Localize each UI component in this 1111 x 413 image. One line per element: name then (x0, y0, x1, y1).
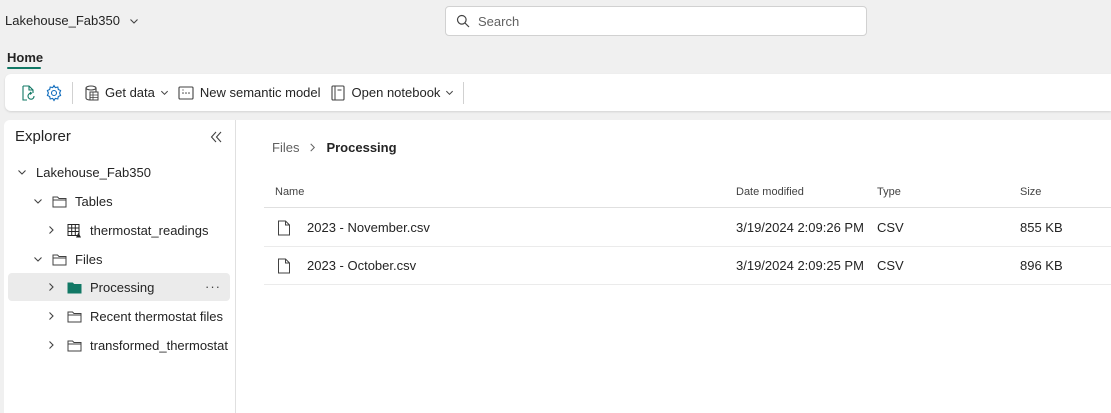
tree-item-files[interactable]: Files (8, 245, 230, 273)
tree-item-tables[interactable]: Tables (8, 187, 230, 215)
tree-item-label: thermostat_readings (90, 222, 209, 238)
tree-item-label: Lakehouse_Fab350 (36, 164, 151, 180)
tree-item-recent-thermostat-files[interactable]: Recent thermostat files (8, 302, 230, 330)
search-box[interactable] (445, 6, 867, 36)
chevron-right-icon (49, 283, 54, 291)
tree-item-transformed-thermostat[interactable]: transformed_thermostat (8, 331, 230, 359)
file-row[interactable]: 2023 - October.csv 3/19/2024 2:09:25 PM … (264, 247, 1111, 285)
file-name[interactable]: 2023 - October.csv (307, 258, 416, 273)
file-date: 3/19/2024 2:09:25 PM (736, 258, 864, 273)
file-type: CSV (877, 220, 904, 235)
workspace-switcher[interactable]: Lakehouse_Fab350 (5, 13, 139, 28)
toolbar-divider (72, 81, 73, 104)
file-date: 3/19/2024 2:09:26 PM (736, 220, 864, 235)
new-semantic-model-label: New semantic model (199, 85, 321, 100)
top-bar: Lakehouse_Fab350 (0, 0, 1111, 42)
file-refresh-icon (22, 84, 35, 101)
explorer-title: Explorer (15, 128, 71, 145)
active-tab-indicator (7, 67, 41, 69)
file-size: 896 KB (1020, 258, 1063, 273)
semantic-model-icon (178, 85, 194, 100)
file-icon (278, 258, 290, 274)
chevron-right-icon (49, 226, 54, 234)
ribbon-tabs: Home (0, 42, 1111, 74)
column-header-date[interactable]: Date modified (736, 186, 804, 198)
explorer-panel: Explorer Lakehouse_Fab350 Tables thermos… (4, 120, 236, 413)
database-icon (85, 84, 99, 101)
settings-button[interactable] (41, 79, 67, 107)
file-type: CSV (877, 258, 904, 273)
notebook-icon (330, 84, 345, 101)
chevron-down-icon (34, 199, 42, 204)
toolbar-divider (463, 81, 465, 104)
get-data-label: Get data (105, 85, 155, 100)
chevron-down-icon (34, 257, 42, 262)
chevron-down-icon (160, 90, 168, 96)
file-size: 855 KB (1020, 220, 1063, 235)
table-icon (67, 223, 81, 237)
tree-item-label: Files (75, 251, 103, 267)
file-row[interactable]: 2023 - November.csv 3/19/2024 2:09:26 PM… (264, 209, 1111, 247)
column-header-name[interactable]: Name (275, 186, 304, 198)
new-semantic-model-button[interactable]: New semantic model (173, 79, 325, 107)
get-data-button[interactable]: Get data (78, 79, 173, 107)
chevron-down-icon (130, 18, 138, 24)
chevron-right-icon (49, 341, 54, 349)
tree-item-thermostat-readings[interactable]: thermostat_readings (8, 216, 230, 244)
open-notebook-label: Open notebook (351, 85, 441, 100)
tree-item-label: Recent thermostat files (90, 308, 223, 324)
search-icon (456, 14, 470, 28)
folder-icon (67, 340, 82, 351)
column-header-type[interactable]: Type (877, 186, 901, 198)
breadcrumb: Files Processing (272, 140, 397, 155)
gear-icon (46, 83, 62, 102)
tree-item-label: transformed_thermostat (90, 337, 229, 353)
file-icon (278, 220, 290, 236)
tree-item-label: Tables (75, 193, 113, 209)
chevron-down-icon (446, 90, 454, 96)
more-options-icon[interactable]: ··· (205, 279, 221, 294)
tab-home[interactable]: Home (7, 50, 43, 65)
refresh-button[interactable] (15, 79, 41, 107)
breadcrumb-files[interactable]: Files (272, 140, 299, 155)
file-browser: Files Processing Name Date modified Type… (236, 120, 1111, 413)
collapse-pane-icon[interactable] (208, 129, 224, 145)
chevron-right-icon (49, 312, 54, 320)
tree-item-processing[interactable]: Processing ··· (8, 273, 230, 301)
chevron-down-icon (18, 170, 26, 175)
tree-item-label: Processing (90, 279, 155, 295)
file-grid-header: Name Date modified Type Size (264, 180, 1111, 208)
open-notebook-button[interactable]: Open notebook (325, 79, 459, 107)
column-header-size[interactable]: Size (1020, 186, 1041, 198)
folder-icon (67, 311, 82, 322)
tree-item-lakehouse[interactable]: Lakehouse_Fab350 (8, 158, 230, 186)
folder-filled-icon (67, 282, 82, 293)
folder-icon (52, 196, 67, 207)
ribbon-toolbar: Get data New semantic model Open noteboo… (5, 74, 1111, 111)
search-input[interactable] (478, 13, 858, 29)
folder-icon (52, 254, 67, 265)
chevron-right-icon (310, 143, 316, 152)
workspace-name: Lakehouse_Fab350 (5, 13, 120, 28)
breadcrumb-current: Processing (326, 140, 397, 155)
file-name[interactable]: 2023 - November.csv (307, 220, 430, 235)
